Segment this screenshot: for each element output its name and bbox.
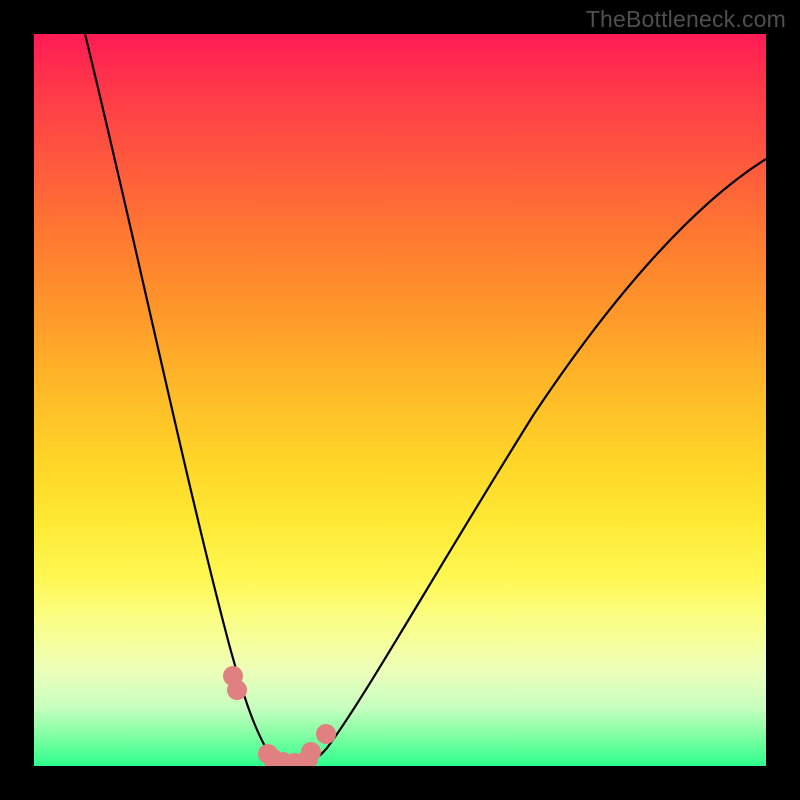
- marker-dot: [316, 724, 336, 744]
- marker-dot: [227, 680, 247, 700]
- watermark-text: TheBottleneck.com: [586, 6, 786, 33]
- plot-area: [34, 34, 766, 766]
- marker-layer: [34, 34, 766, 766]
- marker-dot: [301, 742, 321, 762]
- chart-container: TheBottleneck.com: [0, 0, 800, 800]
- marker-dots: [223, 666, 336, 766]
